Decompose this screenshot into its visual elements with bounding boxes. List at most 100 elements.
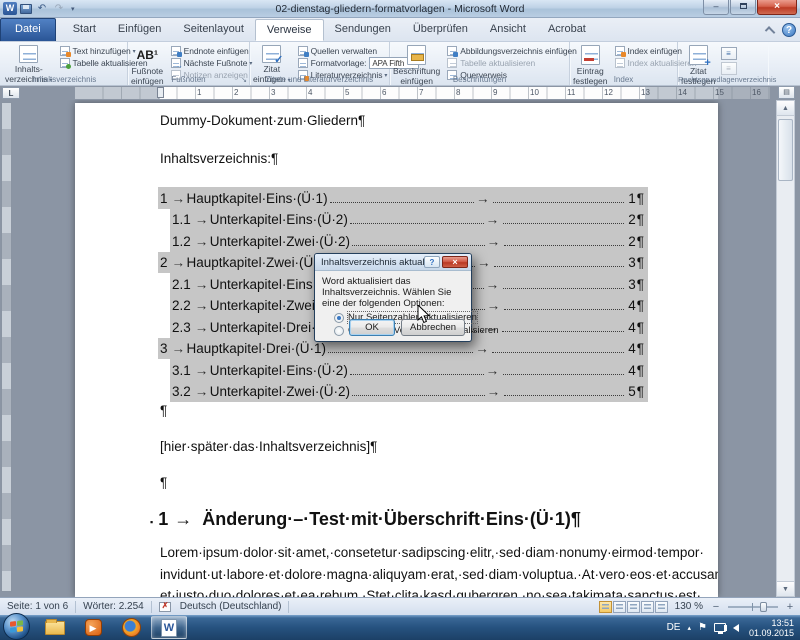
tab-mark-icon: → [476, 191, 491, 206]
zoom-slider[interactable] [728, 606, 778, 608]
toc-heading-line[interactable]: Inhaltsverzeichnis:¶ [160, 151, 278, 166]
taskbar-word-button[interactable]: W [151, 616, 187, 639]
tab-verweise[interactable]: Verweise [255, 19, 324, 41]
document-page[interactable]: Dummy-Dokument·zum·Gliedern¶ Inhaltsverz… [75, 103, 718, 597]
tab-start[interactable]: Start [62, 19, 107, 41]
clock[interactable]: 13:51 01.09.2015 [746, 618, 794, 638]
toc-row[interactable]: 3.1→Unterkapitel·Eins·(Ü·2)→4¶ [170, 359, 648, 381]
help-button[interactable]: ? [782, 23, 796, 37]
insert-citation-icon [262, 45, 281, 63]
dot-leader [493, 202, 624, 203]
heading-1[interactable]: ▪ 1 → Änderung·–·Test·mit·Überschrift·Ei… [150, 509, 581, 530]
language-tray-indicator[interactable]: DE [667, 622, 681, 633]
collapse-ribbon-icon[interactable] [765, 26, 776, 37]
tab-mark-icon: → [486, 277, 501, 292]
empty-paragraph-mark[interactable]: ¶ [160, 475, 167, 490]
horizontal-ruler[interactable]: 12345678910111213141516 [75, 87, 770, 99]
zoom-in-button[interactable]: + [784, 601, 796, 613]
toc-row[interactable]: 1.1→Unterkapitel·Eins·(Ü·2)→2¶ [170, 209, 648, 231]
next-footnote-button[interactable]: Nächste Fußnote ▾ [171, 58, 253, 68]
tab-seitenlayout[interactable]: Seitenlayout [172, 19, 255, 41]
dot-leader [503, 288, 625, 289]
scroll-down-button[interactable]: ▼ [777, 581, 794, 596]
insert-table-of-authorities-button[interactable]: ≡ [721, 47, 737, 60]
body-paragraph[interactable]: Lorem·ipsum·dolor·sit·amet,·consetetur·s… [160, 545, 718, 597]
ruler-number: 11 [567, 88, 575, 97]
vertical-ruler[interactable] [1, 102, 12, 592]
page-indicator[interactable]: Seite: 1 von 6 [0, 601, 75, 612]
pilcrow-mark: ¶ [637, 341, 644, 356]
view-outline-button[interactable] [641, 601, 654, 613]
dialog-help-button[interactable]: ? [424, 256, 440, 268]
empty-paragraph-mark[interactable]: ¶ [160, 403, 167, 418]
group-label-fussnoten: Fußnoten [128, 75, 249, 84]
zoom-level[interactable]: 130 % [672, 601, 706, 612]
maximize-icon [740, 3, 747, 9]
proofing-status-icon[interactable] [159, 602, 171, 612]
group-label-zitate: Zitate und Literaturverzeichnis [250, 75, 389, 84]
word-document-icon: W [161, 619, 177, 637]
tab-acrobat[interactable]: Acrobat [537, 19, 597, 41]
ruler-number: 4 [308, 88, 312, 97]
scroll-up-button[interactable]: ▲ [777, 101, 794, 116]
dot-leader [504, 395, 625, 396]
insert-endnote-button[interactable]: Endnote einfügen [171, 46, 253, 56]
pilcrow-mark: ¶ [637, 320, 644, 335]
tab-datei[interactable]: Datei [0, 18, 56, 41]
title-bar[interactable]: W ↶ ↷ ▾ 02-dienstag-gliedern-formatvorla… [0, 0, 800, 18]
maximize-button[interactable] [730, 0, 756, 15]
view-web-layout-button[interactable] [627, 601, 640, 613]
dot-leader [328, 352, 473, 353]
group-rechtsgrundlagen: Zitat festlegen ≡ ≡ Rechtsgrundlagenverz… [678, 42, 768, 85]
tab-mark-icon: → [477, 255, 492, 270]
tab-stop-selector[interactable]: L [2, 87, 20, 99]
taskbar-explorer-button[interactable] [37, 616, 73, 639]
radio-selected-icon[interactable] [334, 313, 344, 323]
dialog-title-bar[interactable]: Inhaltsverzeichnis aktualisieren ? × [315, 254, 471, 271]
taskbar-mediaplayer-button[interactable]: ▶ [75, 616, 111, 639]
placeholder-line[interactable]: [hier·später·das·Inhaltsverzeichnis]¶ [160, 439, 377, 454]
dot-leader [503, 223, 625, 224]
view-print-layout-button[interactable] [599, 601, 612, 613]
ruler-number: 14 [678, 88, 687, 97]
word-count[interactable]: Wörter: 2.254 [76, 601, 151, 612]
taskbar-firefox-button[interactable] [113, 616, 149, 639]
scrollbar-thumb[interactable] [778, 119, 793, 181]
start-button[interactable] [3, 613, 30, 640]
cancel-button[interactable]: Abbrechen [401, 319, 465, 336]
radio-unselected-icon[interactable] [334, 326, 344, 336]
dialog-close-button[interactable]: × [442, 256, 468, 268]
language-indicator[interactable]: Deutsch (Deutschland) [173, 601, 289, 612]
show-hidden-icons-button[interactable]: ▴ [687, 624, 691, 632]
close-button[interactable]: × [757, 0, 797, 15]
action-center-flag-icon[interactable]: ⚑ [698, 622, 707, 633]
tab-einfuegen[interactable]: Einfügen [107, 19, 172, 41]
toc-row[interactable]: 1.2→Unterkapitel·Zwei·(Ü·2)→2¶ [170, 230, 648, 252]
ok-button[interactable]: OK [349, 319, 395, 336]
view-draft-button[interactable] [655, 601, 668, 613]
toc-row[interactable]: 1→Hauptkapitel·Eins·(Ü·1)→1¶ [158, 187, 648, 209]
update-table-of-authorities-button: ≡ [721, 62, 737, 75]
dialog-message: Word aktualisiert das Inhaltsverzeichnis… [322, 276, 464, 309]
pilcrow-mark: ¶ [637, 234, 644, 249]
tab-mark-icon: → [172, 191, 187, 206]
ruler-toggle-button[interactable]: ▤ [778, 86, 795, 99]
tab-ueberpruefen[interactable]: Überprüfen [402, 19, 479, 41]
doc-title-line[interactable]: Dummy-Dokument·zum·Gliedern¶ [160, 113, 365, 128]
insert-figures-toc-button[interactable]: Abbildungsverzeichnis einfügen [447, 46, 577, 56]
volume-icon[interactable] [733, 624, 739, 632]
zoom-slider-thumb[interactable] [760, 602, 767, 612]
tab-sendungen[interactable]: Sendungen [324, 19, 402, 41]
footnotes-dialog-launcher[interactable]: ↘ [241, 76, 247, 84]
toc-row[interactable]: 3.2→Unterkapitel·Zwei·(Ü·2)→5¶ [170, 381, 648, 403]
windows-flag-icon [10, 620, 23, 632]
minimize-button[interactable]: – [703, 0, 729, 15]
tab-ansicht[interactable]: Ansicht [479, 19, 537, 41]
dot-leader [330, 202, 474, 203]
pilcrow-mark: ¶ [637, 255, 644, 270]
indent-marker[interactable] [157, 87, 164, 98]
zoom-out-button[interactable]: − [710, 601, 722, 613]
pilcrow-mark: ¶ [637, 363, 644, 378]
vertical-scrollbar[interactable]: ▲ ▼ [776, 100, 795, 597]
view-fullscreen-reading-button[interactable] [613, 601, 626, 613]
